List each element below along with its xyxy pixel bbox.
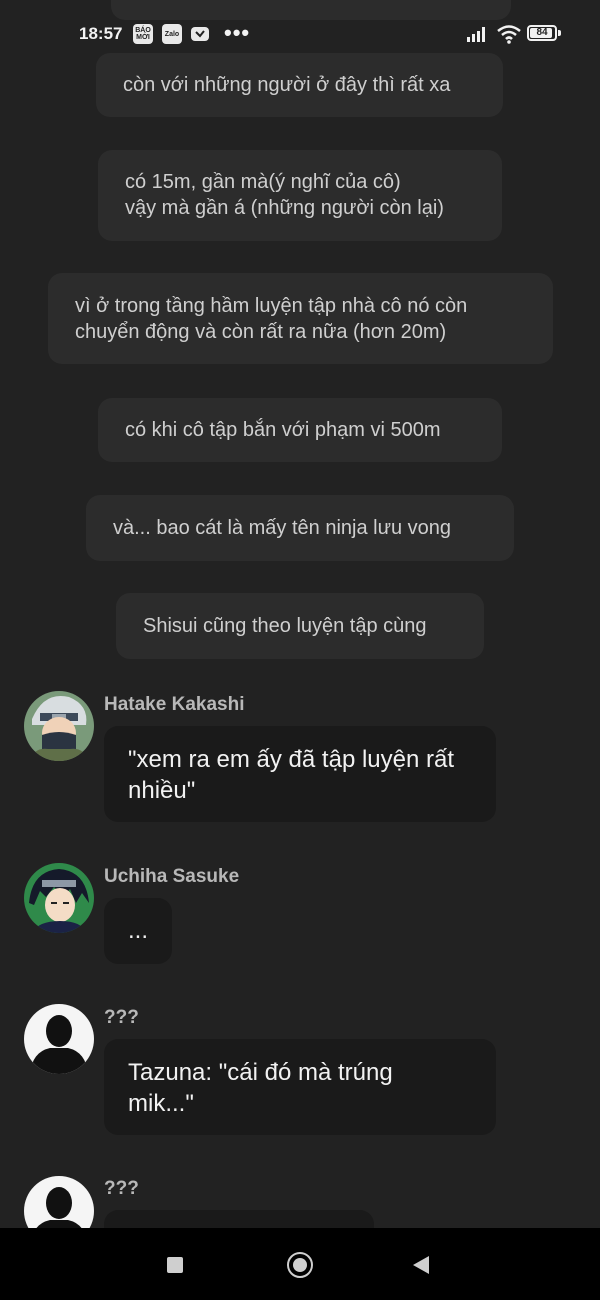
signal-icon <box>466 26 488 47</box>
battery-icon: 84 <box>527 25 557 41</box>
narration-bubble: có 15m, gần mà(ý nghĩ của cô) vậy mà gần… <box>98 150 502 241</box>
narration-bubble: và... bao cát là mấy tên ninja lưu vong <box>86 495 514 561</box>
wifi-icon <box>496 24 522 49</box>
avatar-uchiha-sasuke[interactable] <box>24 863 94 933</box>
speaker-name: Uchiha Sasuke <box>104 866 240 887</box>
navigation-bar <box>0 1228 600 1300</box>
home-button[interactable] <box>287 1252 313 1278</box>
more-notifications-indicator: ••• <box>224 20 251 45</box>
narration-bubble: vì ở trong tầng hầm luyện tập nhà cô nó … <box>48 273 553 364</box>
battery-level-text: 84 <box>536 27 548 38</box>
avatar-hatake-kakashi[interactable] <box>24 691 94 761</box>
back-button[interactable] <box>413 1256 429 1274</box>
dialogue-bubble: "xem ra em ấy đã tập luyện rất nhiều" <box>104 726 496 822</box>
narration-bubble-partial <box>111 0 511 20</box>
speaker-name: ??? <box>104 1007 139 1028</box>
baomoi-app-icon: BÁO MỚI <box>133 24 153 44</box>
speaker-name: Hatake Kakashi <box>104 694 245 715</box>
status-time: 18:57 <box>79 24 123 43</box>
recent-apps-button[interactable] <box>167 1257 183 1273</box>
narration-bubble: còn với những người ở đây thì rất xa <box>96 53 503 117</box>
narration-bubble: có khi cô tập bắn với phạm vi 500m <box>98 398 502 462</box>
zalo-app-icon: Zalo <box>162 24 182 44</box>
narration-bubble: Shisui cũng theo luyện tập cùng <box>116 593 484 659</box>
dialogue-bubble: ... <box>104 898 172 964</box>
video-call-icon <box>190 24 210 49</box>
dialogue-bubble: Tazuna: "cái đó mà trúng mik..." <box>104 1039 496 1135</box>
avatar-unknown[interactable] <box>24 1004 94 1074</box>
speaker-name: ??? <box>104 1178 139 1199</box>
